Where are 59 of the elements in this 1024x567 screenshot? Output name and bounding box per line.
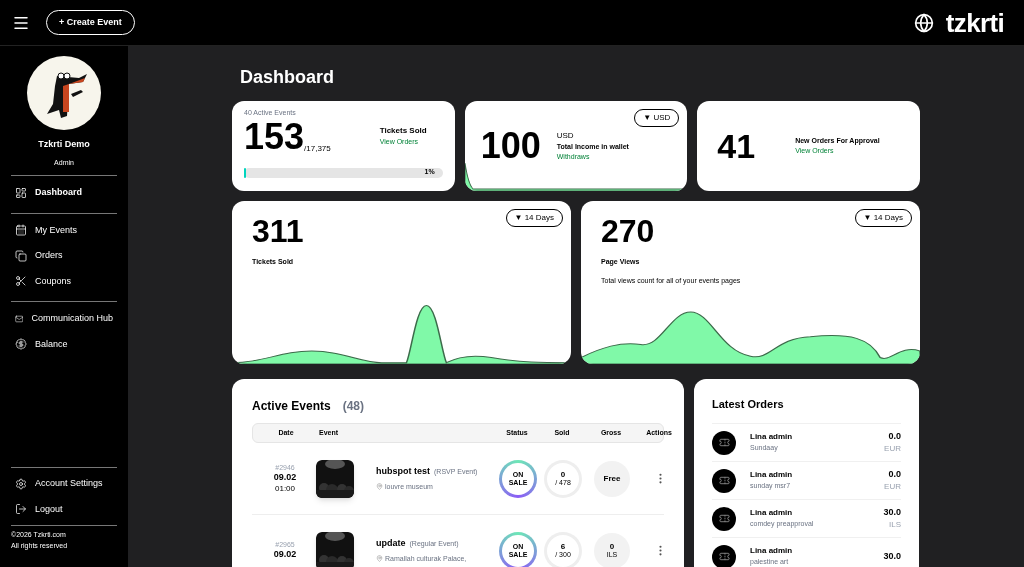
sidebar-item[interactable]: My Events bbox=[11, 217, 117, 243]
section-title: Latest Orders bbox=[712, 398, 784, 410]
event-name: update bbox=[376, 537, 406, 550]
dashboard-icon bbox=[15, 186, 27, 199]
order-currency: EUR bbox=[884, 443, 901, 456]
sidebar-item[interactable]: Balance bbox=[11, 331, 117, 357]
ticket-icon bbox=[712, 468, 736, 493]
sidebar-item[interactable]: Communication Hub bbox=[11, 306, 117, 332]
stat-value: 311 bbox=[252, 215, 304, 247]
location-pin-icon bbox=[376, 555, 383, 563]
sidebar-item[interactable]: Dashboard bbox=[11, 180, 117, 206]
copy-icon bbox=[15, 249, 27, 262]
gross-amount: 0 bbox=[609, 543, 615, 551]
customer-name: Lina admin bbox=[750, 507, 794, 520]
dollar-icon bbox=[15, 338, 27, 351]
period-dropdown[interactable]: ▼ 14 Days bbox=[854, 209, 912, 227]
sold-count: 0 bbox=[560, 471, 566, 479]
calendar-icon bbox=[15, 224, 27, 237]
section-title: Active Events bbox=[252, 398, 331, 415]
stat-value: 270 bbox=[601, 215, 655, 247]
order-amount: 0.0 bbox=[888, 429, 901, 443]
user-name: Tzkrti Demo bbox=[37, 138, 91, 151]
ticket-icon bbox=[712, 430, 736, 455]
sold-count: 6 bbox=[560, 543, 566, 551]
sidebar-item[interactable]: Orders bbox=[11, 243, 117, 269]
orders-value: 41 bbox=[717, 129, 756, 163]
order-amount: 30.0 bbox=[883, 505, 901, 519]
order-currency: ILS bbox=[889, 519, 901, 532]
tickets-value: 153 bbox=[244, 118, 305, 155]
sidebar-item[interactable]: Account Settings bbox=[11, 471, 117, 497]
customer-name: Lina admin bbox=[750, 545, 793, 558]
logo: tzkrti bbox=[945, 9, 1004, 36]
ticket-icon bbox=[712, 544, 736, 567]
order-amount: 0.0 bbox=[888, 467, 901, 481]
period-dropdown[interactable]: ▼ USD bbox=[634, 109, 680, 127]
sidebar-item[interactable]: Logout bbox=[11, 496, 117, 522]
events-count: (48) bbox=[342, 398, 365, 415]
order-amount: 30.0 bbox=[883, 549, 901, 563]
location-pin-icon bbox=[376, 483, 383, 491]
event-date: 09.02 bbox=[273, 549, 297, 561]
tickets-label: Tickets Sold bbox=[379, 124, 427, 137]
page-title: Dashboard bbox=[240, 66, 336, 89]
logout-icon bbox=[15, 503, 27, 516]
scissors-icon bbox=[15, 275, 27, 288]
settings-icon bbox=[15, 477, 27, 490]
customer-name: Lina admin bbox=[750, 431, 793, 444]
sidebar-item[interactable]: Coupons bbox=[11, 268, 117, 294]
order-currency: EUR bbox=[884, 481, 901, 494]
income-value: 100 bbox=[480, 128, 541, 164]
event-time: 01:00 bbox=[275, 483, 295, 494]
tickets-total: /17,375 bbox=[304, 143, 331, 155]
globe-icon[interactable] bbox=[913, 12, 934, 33]
gross-amount: Free bbox=[603, 474, 621, 483]
currency-label: USD bbox=[556, 129, 575, 142]
event-name: hubspot test bbox=[376, 465, 430, 478]
event-date: 09.02 bbox=[273, 472, 297, 484]
ticket-icon bbox=[712, 506, 736, 531]
customer-name: Lina admin bbox=[750, 469, 793, 482]
period-dropdown[interactable]: ▼ 14 Days bbox=[505, 209, 563, 227]
